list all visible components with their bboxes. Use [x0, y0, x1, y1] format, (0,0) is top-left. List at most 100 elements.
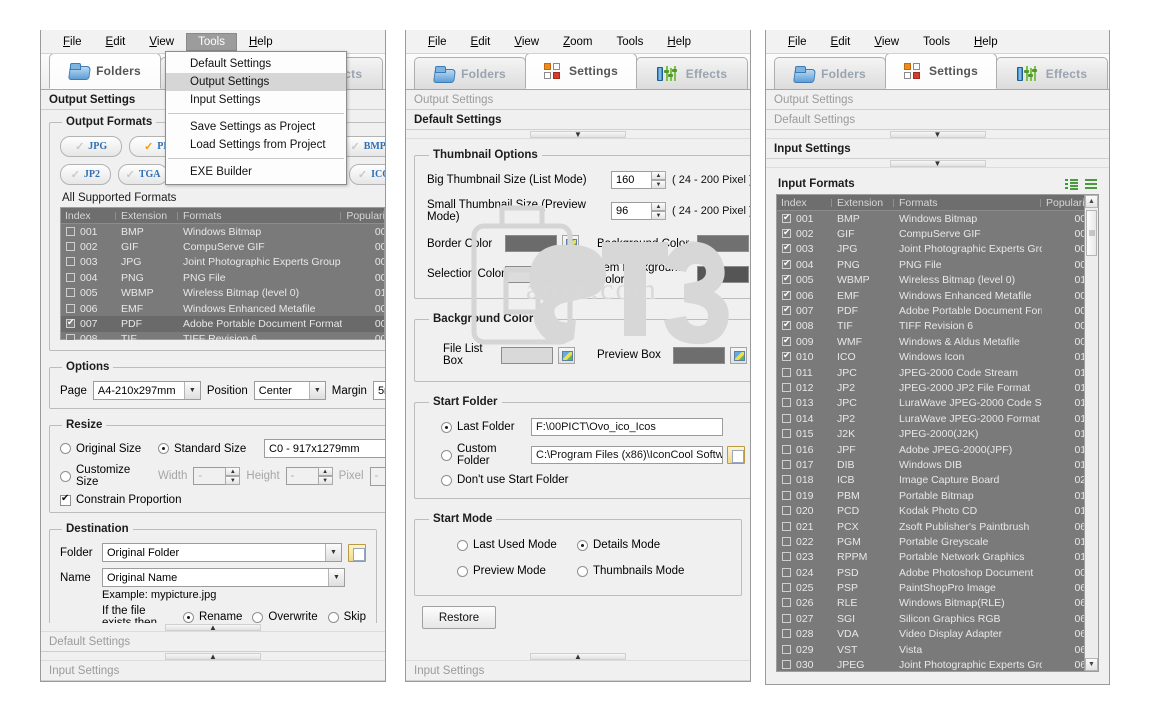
row-checkbox[interactable]	[782, 506, 791, 516]
row-checkbox[interactable]	[782, 259, 791, 269]
menu-help[interactable]: Help	[655, 33, 703, 51]
output-formats-scrollbar[interactable]: ▲ ▼	[384, 208, 386, 339]
table-row[interactable]: 013JPCLuraWave JPEG-2000 Code Stream010	[777, 396, 1098, 411]
accordion-output-settings[interactable]: Output Settings	[406, 90, 750, 110]
scroll-up-icon[interactable]: ▲	[385, 208, 386, 221]
border-color-swatch[interactable]	[505, 235, 557, 252]
table-row[interactable]: 019PBMPortable Bitmap012	[777, 488, 1098, 503]
item-background-swatch[interactable]	[697, 265, 749, 283]
row-checkbox[interactable]	[782, 660, 791, 670]
file-list-color-swatch[interactable]	[501, 346, 553, 364]
radio-original-size[interactable]: Original Size	[60, 443, 152, 455]
small-thumbnail-stepper[interactable]: 96 ▲ ▼	[611, 202, 666, 220]
splitter-input-open[interactable]: ▼	[766, 159, 1109, 168]
accordion-output-settings[interactable]: Output Settings	[766, 90, 1109, 110]
big-spin-buttons[interactable]: ▲ ▼	[651, 171, 666, 189]
tab-folders[interactable]: Folders	[774, 57, 886, 89]
table-row[interactable]: 021PCXZsoft Publisher's Paintbrush060	[777, 519, 1098, 534]
format-button-jpg[interactable]: ✓ JPG	[60, 136, 123, 157]
width-value[interactable]: -	[193, 467, 226, 485]
height-spin-buttons[interactable]: ▲ ▼	[317, 467, 333, 485]
standard-size-combo[interactable]: C0 - 917x1279mm ▼	[264, 439, 385, 458]
color-picker-icon[interactable]	[730, 346, 747, 364]
restore-button[interactable]: Restore	[422, 606, 496, 629]
splitter-default[interactable]: ▼	[766, 130, 1109, 139]
table-row[interactable]: 006EMFWindows Enhanced Metafile007	[61, 301, 385, 316]
menu-file[interactable]: File	[776, 33, 819, 51]
browse-folder-icon[interactable]	[727, 446, 745, 464]
tools-dropdown-menu[interactable]: Default Settings Output Settings Input Set…	[165, 51, 347, 185]
spin-down-icon[interactable]: ▼	[317, 476, 333, 485]
table-row[interactable]: 008 TIF TIFF Revision 6 008	[61, 332, 385, 340]
row-checkbox[interactable]	[66, 334, 75, 340]
row-checkbox[interactable]	[782, 243, 791, 254]
height-value[interactable]: -	[285, 467, 318, 485]
table-row[interactable]: 012JP2JPEG-2000 JP2 File Format010	[777, 380, 1098, 395]
row-checkbox[interactable]	[782, 382, 791, 392]
big-thumbnail-stepper[interactable]: 160 ▲ ▼	[611, 171, 666, 189]
chevron-down-icon[interactable]: ▼	[325, 544, 341, 561]
splitter-input[interactable]: ▲	[406, 652, 750, 661]
preview-color-swatch[interactable]	[673, 346, 725, 364]
row-checkbox[interactable]	[66, 226, 75, 236]
small-thumbnail-value[interactable]: 96	[611, 202, 651, 220]
menu-item-exe-builder[interactable]: EXE Builder	[166, 163, 346, 181]
row-checkbox[interactable]	[66, 318, 75, 329]
table-row[interactable]: 025PSPPaintShopPro Image060	[777, 580, 1098, 595]
table-row[interactable]: 007PDFAdobe Portable Document Format006	[777, 303, 1098, 318]
spin-up-icon[interactable]: ▲	[225, 467, 241, 476]
table-row[interactable]: 015J2KJPEG-2000(J2K)010	[777, 426, 1098, 441]
menu-edit[interactable]: Edit	[819, 33, 863, 51]
row-checkbox[interactable]	[782, 351, 791, 362]
radio-details-mode[interactable]: Details Mode	[577, 539, 660, 551]
spin-up-icon[interactable]: ▲	[317, 467, 333, 476]
list-view-icon[interactable]	[1085, 178, 1097, 190]
row-checkbox[interactable]	[782, 567, 791, 577]
splitter-default[interactable]: ▲	[41, 623, 385, 632]
radio-thumbnails-mode[interactable]: Thumbnails Mode	[577, 565, 684, 577]
menu-edit[interactable]: Edit	[94, 33, 138, 51]
menu-item-input-settings[interactable]: Input Settings	[166, 91, 346, 109]
destination-name-combo[interactable]: Original Name ▼	[102, 568, 345, 587]
row-checkbox[interactable]	[782, 459, 791, 469]
position-combo[interactable]: Center ▼	[253, 381, 326, 400]
table-row[interactable]: 018ICBImage Capture Board020	[777, 473, 1098, 488]
checkbox-constrain-proportion[interactable]: Constrain Proportion	[60, 493, 181, 506]
spin-down-icon[interactable]: ▼	[225, 476, 241, 485]
menu-help[interactable]: Help	[237, 33, 285, 51]
row-checkbox[interactable]	[782, 536, 791, 546]
table-row[interactable]: 024PSDAdobe Photoshop Document005	[777, 565, 1098, 580]
radio-dont-use-start-folder[interactable]: Don't use Start Folder	[427, 474, 569, 486]
radio-preview-mode[interactable]: Preview Mode	[457, 565, 577, 577]
menu-edit[interactable]: Edit	[459, 33, 503, 51]
row-checkbox[interactable]	[782, 598, 791, 608]
accordion-default-settings[interactable]: Default Settings	[766, 110, 1109, 130]
select-all-list-icon[interactable]	[1065, 178, 1078, 190]
small-spin-buttons[interactable]: ▲ ▼	[651, 202, 666, 220]
input-formats-table[interactable]: Index Extension Formats Popularity 001 BM…	[776, 194, 1099, 672]
table-row[interactable]: 005 WBMP Wireless Bitmap (level 0) 017	[61, 286, 385, 301]
menu-tools[interactable]: Tools	[911, 33, 962, 51]
table-row[interactable]: 006EMFWindows Enhanced Metafile007	[777, 288, 1098, 303]
table-row[interactable]: 016JPFAdobe JPEG-2000(JPF)010	[777, 442, 1098, 457]
table-row[interactable]: 026RLEWindows Bitmap(RLE)060	[777, 596, 1098, 611]
splitter-input[interactable]: ▲	[41, 652, 385, 661]
row-checkbox[interactable]	[782, 274, 791, 285]
accordion-input-settings[interactable]: Input Settings	[766, 139, 1109, 159]
custom-folder-input[interactable]: C:\Program Files (x86)\IconCool Software…	[531, 446, 723, 464]
selection-color-swatch[interactable]	[505, 265, 557, 283]
tab-folders[interactable]: Folders	[414, 57, 526, 89]
menu-view[interactable]: View	[137, 33, 186, 51]
row-checkbox[interactable]	[782, 398, 791, 408]
row-checkbox[interactable]	[782, 552, 791, 562]
color-picker-icon[interactable]	[562, 235, 579, 252]
table-row[interactable]: 029VSTVista060	[777, 642, 1098, 657]
menu-item-load-settings-from-project[interactable]: Load Settings from Project	[166, 136, 346, 154]
row-checkbox[interactable]	[782, 336, 791, 346]
col-popularity[interactable]: Popularity	[340, 210, 385, 222]
spin-down-icon[interactable]: ▼	[651, 211, 666, 220]
menu-item-output-settings[interactable]: Output Settings	[166, 73, 346, 91]
tab-settings[interactable]: Settings	[885, 53, 997, 89]
format-button-jp2[interactable]: ✓ JP2	[60, 164, 111, 185]
input-formats-scrollbar[interactable]: ▲ ▼	[1084, 195, 1098, 671]
